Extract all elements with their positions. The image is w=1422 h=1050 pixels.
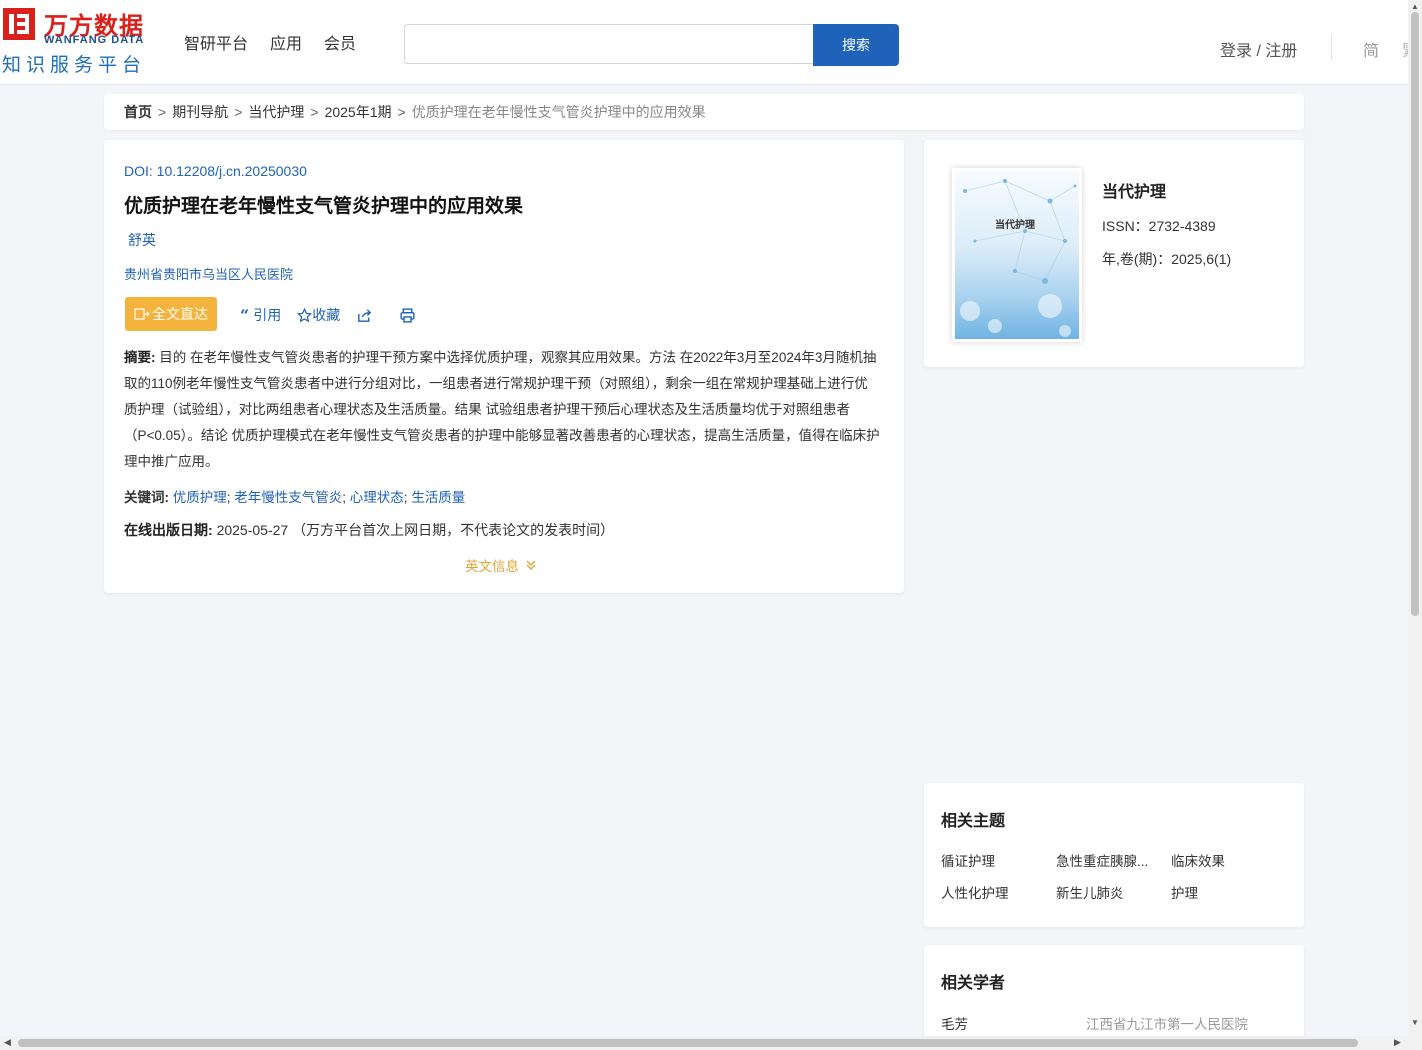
fulltext-label: 全文直达 [152, 306, 208, 322]
topic-link[interactable]: 护理 [1171, 882, 1271, 902]
breadcrumb: 首页 > 期刊导航 > 当代护理 > 2025年1期 > 优质护理在老年慢性支气… [104, 94, 1304, 130]
article-card: DOI: 10.12208/j.cn.20250030 优质护理在老年慢性支气管… [104, 140, 904, 593]
publish-date-note: （万方平台首次上网日期，不代表论文的发表时间） [292, 522, 615, 538]
organization-link[interactable]: 贵州省贵阳市乌当区人民医院 [124, 264, 293, 283]
doi-label: DOI: [124, 163, 153, 179]
lang-simplified-toggle[interactable]: 简 [1363, 37, 1379, 61]
related-scholars-title: 相关学者 [941, 975, 1006, 992]
print-button[interactable] [399, 307, 416, 324]
related-topics-title: 相关主题 [941, 813, 1006, 830]
journal-volume: 年,卷(期)：2025,6(1) [1102, 251, 1232, 267]
breadcrumb-journal[interactable]: 当代护理 [248, 102, 304, 122]
journal-cover-image[interactable]: 当代护理 [952, 168, 1082, 342]
breadcrumb-separator: > [158, 104, 167, 120]
breadcrumb-separator: > [397, 104, 406, 120]
topic-link[interactable]: 临床效果 [1171, 850, 1271, 870]
logo-english-text: WANFANG DATA [44, 34, 145, 46]
scroll-right-arrow-icon[interactable]: ▶ [1394, 1037, 1401, 1048]
horizontal-scroll-thumb[interactable] [18, 1039, 1358, 1047]
keywords-label: 关键词: [124, 490, 169, 505]
cite-button[interactable]: “ 引用 [240, 305, 281, 325]
cite-label: 引用 [253, 307, 282, 323]
journal-issn: ISSN：2732-4389 [1102, 218, 1216, 234]
related-scholars-card: 相关学者 毛芳 江西省九江市第一人民医院 [924, 945, 1304, 1040]
scholar-org[interactable]: 江西省九江市第一人民医院 [1086, 1013, 1248, 1033]
nav-item-apps[interactable]: 应用 [270, 30, 302, 54]
keyword-link[interactable]: 优质护理 [173, 490, 227, 505]
english-info-toggle[interactable]: 英文信息 [465, 555, 537, 575]
double-chevron-down-icon [526, 560, 536, 570]
publish-date-label: 在线出版日期: [124, 522, 213, 538]
share-button[interactable] [356, 307, 373, 324]
doi: DOI: 10.12208/j.cn.20250030 [124, 163, 307, 179]
favorite-button[interactable]: 收藏 [297, 305, 340, 325]
english-info-label: 英文信息 [465, 559, 519, 574]
topic-link[interactable]: 循证护理 [941, 850, 1041, 870]
wanfang-logo-icon[interactable] [3, 8, 35, 40]
doi-link[interactable]: 10.12208/j.cn.20250030 [157, 163, 307, 179]
scroll-left-arrow-icon[interactable]: ◀ [4, 1037, 11, 1048]
scroll-up-arrow-icon[interactable]: ▲ [1411, 2, 1419, 11]
breadcrumb-home[interactable]: 首页 [124, 102, 152, 122]
publish-date-value: 2025-05-27 [216, 522, 289, 538]
breadcrumb-journal-nav[interactable]: 期刊导航 [172, 102, 228, 122]
abstract-label: 摘要: [124, 350, 156, 365]
main-nav: 智研平台 应用 会员 [184, 30, 356, 54]
abstract: 摘要: 目的 在老年慢性支气管炎患者的护理干预方案中选择优质护理，观察其应用效果… [124, 345, 880, 475]
nav-item-zhiyan[interactable]: 智研平台 [184, 30, 248, 54]
star-icon [297, 307, 313, 322]
author-link[interactable]: 舒英 [128, 230, 156, 250]
fulltext-button[interactable]: 全文直达 [125, 297, 217, 331]
logo-subtitle: 知识服务平台 [2, 54, 147, 76]
login-register-link[interactable]: 登录 / 注册 [1220, 37, 1297, 61]
scroll-down-arrow-icon[interactable]: ▼ [1411, 1018, 1419, 1027]
search-button[interactable]: 搜索 [813, 24, 899, 66]
quote-icon: “ [240, 305, 250, 325]
vertical-scroll-thumb[interactable] [1411, 12, 1419, 616]
keywords: 关键词: 优质护理; 老年慢性支气管炎; 心理状态; 生活质量 [124, 490, 466, 505]
header-divider [1331, 34, 1332, 60]
breadcrumb-separator: > [310, 104, 319, 120]
journal-name[interactable]: 当代护理 [1102, 178, 1166, 202]
article-actions: “ 引用 收藏 [240, 305, 432, 325]
document-icon [134, 308, 150, 320]
nav-item-membership[interactable]: 会员 [324, 30, 356, 54]
topic-link[interactable]: 新生儿肺炎 [1056, 882, 1156, 902]
abstract-text: 目的 在老年慢性支气管炎患者的护理干预方案中选择优质护理，观察其应用效果。方法 … [124, 350, 880, 469]
keyword-link[interactable]: 生活质量 [411, 490, 465, 505]
journal-card: 当代护理 当代护理 ISSN：2732-4389 年,卷(期)：2025,6(1… [924, 140, 1304, 367]
favorite-label: 收藏 [312, 307, 341, 323]
scholar-name-link[interactable]: 毛芳 [941, 1013, 968, 1033]
topic-link[interactable]: 急性重症胰腺... [1056, 850, 1156, 870]
related-topics-card: 相关主题 循证护理 急性重症胰腺... 临床效果 人性化护理 新生儿肺炎 护理 [924, 783, 1304, 927]
top-header: 万方数据 WANFANG DATA 知识服务平台 智研平台 应用 会员 搜索 登… [0, 0, 1408, 85]
search-input[interactable] [404, 24, 814, 64]
share-icon [358, 308, 372, 322]
publish-date: 在线出版日期: 2025-05-27 （万方平台首次上网日期，不代表论文的发表时… [124, 520, 614, 540]
article-title: 优质护理在老年慢性支气管炎护理中的应用效果 [124, 196, 524, 217]
cover-network-graphic [960, 179, 1077, 337]
keyword-link[interactable]: 老年慢性支气管炎 [234, 490, 342, 505]
print-icon [400, 307, 415, 323]
vertical-scrollbar[interactable]: ▲ ▼ [1408, 0, 1422, 1036]
breadcrumb-issue[interactable]: 2025年1期 [325, 102, 392, 122]
cover-title: 当代护理 [995, 220, 1035, 231]
breadcrumb-current: 优质护理在老年慢性支气管炎护理中的应用效果 [411, 104, 706, 120]
keyword-link[interactable]: 心理状态 [350, 490, 404, 505]
topic-link[interactable]: 人性化护理 [941, 882, 1041, 902]
horizontal-scrollbar[interactable]: ◀ ▶ [0, 1036, 1422, 1050]
breadcrumb-separator: > [234, 104, 243, 120]
